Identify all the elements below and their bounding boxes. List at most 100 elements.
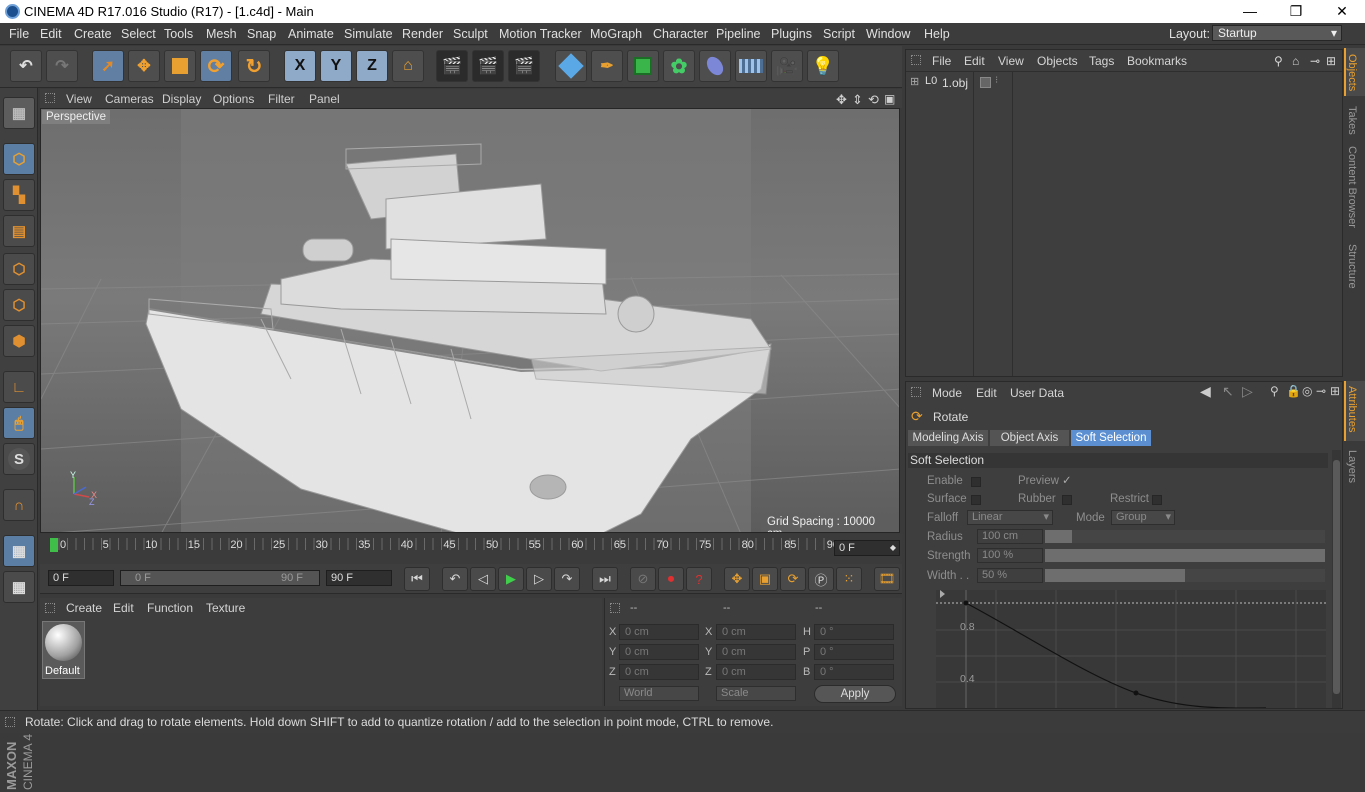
menu-create[interactable]: Create (74, 27, 112, 41)
scale-tool-button[interactable] (164, 50, 196, 82)
go-to-start-button[interactable]: ⏮ (404, 567, 430, 591)
width-slider[interactable] (1045, 569, 1325, 582)
pos-z-field[interactable]: 0 cm (619, 664, 699, 680)
coordinate-space-dropdown[interactable]: World (619, 686, 699, 701)
workplane-grid-button[interactable]: ▦ (3, 535, 35, 567)
move-tool-button[interactable]: ✥ (128, 50, 160, 82)
snap-button[interactable]: ∩ (3, 489, 35, 521)
camera-button[interactable]: 🎥 (771, 50, 803, 82)
key-scale-button[interactable]: ▣ (752, 567, 778, 591)
objects-menu-view[interactable]: View (998, 54, 1024, 68)
render-settings-button[interactable]: 🎬 (508, 50, 540, 82)
menu-file[interactable]: File (9, 27, 29, 41)
objects-menu-objects[interactable]: Objects (1037, 54, 1078, 68)
restore-button[interactable]: ❐ (1273, 2, 1319, 21)
viewport-menu-view[interactable]: View (66, 92, 92, 106)
start-frame-field[interactable]: 0 F (48, 570, 114, 586)
material-menu-create[interactable]: Create (66, 601, 102, 615)
floor-scene-button[interactable] (735, 50, 767, 82)
light-button[interactable]: 💡 (807, 50, 839, 82)
menu-simulate[interactable]: Simulate (344, 27, 393, 41)
viewport-menu-filter[interactable]: Filter (268, 92, 295, 106)
tab-objects[interactable]: Objects (1346, 54, 1358, 91)
search-icon[interactable]: ⚲ (1270, 384, 1279, 398)
edges-mode-button[interactable]: ⬡ (3, 289, 35, 321)
autokeying-button[interactable]: ⏺ (658, 567, 684, 591)
viewport-zoom-icon[interactable]: ⇕ (852, 92, 863, 108)
array-generator-button[interactable]: ✿ (663, 50, 695, 82)
tweak-mode-button[interactable]: 🖱 (3, 407, 35, 439)
menu-mograph[interactable]: MoGraph (590, 27, 642, 41)
record-keys-button[interactable]: ⊘ (630, 567, 656, 591)
viewport-rotate-icon[interactable]: ⟲ (868, 92, 879, 108)
object-row[interactable]: ⊞ L0 1.obj ⁝ (908, 75, 1338, 91)
menu-motion-tracker[interactable]: Motion Tracker (499, 27, 582, 41)
strength-slider[interactable] (1045, 549, 1325, 562)
prev-key-button[interactable]: ↶ (442, 567, 468, 591)
back-arrow-icon[interactable]: ◀ (1200, 383, 1211, 400)
panel-grip-icon[interactable] (610, 603, 620, 613)
link-icon[interactable]: ⊸ (1310, 54, 1320, 68)
menu-help[interactable]: Help (924, 27, 950, 41)
viewport-menu-cameras[interactable]: Cameras (105, 92, 154, 106)
rotate-tool-button[interactable]: ⟳ (200, 50, 232, 82)
attributes-menu-edit[interactable]: Edit (976, 386, 997, 400)
solo-button[interactable]: S (3, 443, 35, 475)
render-view-button[interactable]: 🎬 (436, 50, 468, 82)
rubber-checkbox[interactable] (1062, 495, 1072, 505)
tab-attributes[interactable]: Attributes (1346, 386, 1358, 432)
material-menu-function[interactable]: Function (147, 601, 193, 615)
end-frame-field[interactable]: 90 F (326, 570, 392, 586)
y-axis-lock-button[interactable]: Y (320, 50, 352, 82)
next-frame-button[interactable]: ▷ (526, 567, 552, 591)
expand-icon[interactable]: ⊞ (910, 75, 919, 88)
timeline-playhead[interactable] (50, 538, 58, 552)
falloff-dropdown[interactable]: Linear ▾ (967, 510, 1053, 525)
frame-range-slider[interactable]: 0 F 90 F (120, 570, 320, 586)
objects-menu-tags[interactable]: Tags (1089, 54, 1114, 68)
tab-object-axis[interactable]: Object Axis (990, 430, 1069, 446)
live-selection-button[interactable]: ➚ (92, 50, 124, 82)
menu-script[interactable]: Script (823, 27, 855, 41)
prev-frame-button[interactable]: ◁ (470, 567, 496, 591)
play-button[interactable]: ▶ (498, 567, 524, 591)
link-icon[interactable]: ⊸ (1316, 384, 1326, 398)
up-arrow-icon[interactable]: ↖ (1222, 383, 1234, 400)
search-icon[interactable]: ⚲ (1274, 54, 1283, 68)
radius-slider[interactable] (1045, 530, 1325, 543)
width-field[interactable]: 50 % (977, 568, 1043, 583)
size-y-field[interactable]: 0 cm (716, 644, 796, 660)
mode-dropdown[interactable]: Group ▾ (1111, 510, 1175, 525)
menu-character[interactable]: Character (653, 27, 708, 41)
redo-button[interactable]: ↷ (46, 50, 78, 82)
objects-menu-file[interactable]: File (932, 54, 951, 68)
new-panel-icon[interactable]: ⊞ (1326, 54, 1336, 68)
target-icon[interactable]: ◎ (1302, 384, 1312, 398)
current-frame-field[interactable]: 0 F ◆ (834, 540, 900, 556)
attributes-scrollbar[interactable] (1332, 450, 1341, 708)
render-dots-icon[interactable]: ⁝ (995, 75, 998, 86)
viewport-menu-display[interactable]: Display (162, 92, 201, 106)
attributes-menu-user-data[interactable]: User Data (1010, 386, 1064, 400)
objects-menu-edit[interactable]: Edit (964, 54, 985, 68)
tab-soft-selection[interactable]: Soft Selection (1071, 430, 1151, 446)
coordinate-system-button[interactable]: ⌂ (392, 50, 424, 82)
forward-arrow-icon[interactable]: ▷ (1242, 383, 1253, 400)
close-button[interactable]: ✕ (1319, 2, 1365, 21)
home-icon[interactable]: ⌂ (1292, 54, 1299, 68)
tab-content-browser[interactable]: Content Browser (1346, 146, 1358, 228)
layout-select[interactable]: Startup ▾ (1212, 25, 1342, 41)
viewport-menu-options[interactable]: Options (213, 92, 254, 106)
menu-pipeline[interactable]: Pipeline (716, 27, 760, 41)
lock-icon[interactable]: 🔒 (1286, 384, 1301, 398)
panel-grip-icon[interactable] (5, 717, 15, 727)
3d-viewport[interactable]: Perspective Y X Z Grid Spacing : 10000 c… (40, 108, 900, 533)
enable-axis-button[interactable]: ∟ (3, 371, 35, 403)
objects-menu-bookmarks[interactable]: Bookmarks (1127, 54, 1187, 68)
z-axis-lock-button[interactable]: Z (356, 50, 388, 82)
key-point-level-button[interactable]: ⁙ (836, 567, 862, 591)
pen-spline-button[interactable]: ✒ (591, 50, 623, 82)
undo-button[interactable]: ↶ (10, 50, 42, 82)
key-position-button[interactable]: ✥ (724, 567, 750, 591)
points-mode-button[interactable]: ⬡ (3, 253, 35, 285)
